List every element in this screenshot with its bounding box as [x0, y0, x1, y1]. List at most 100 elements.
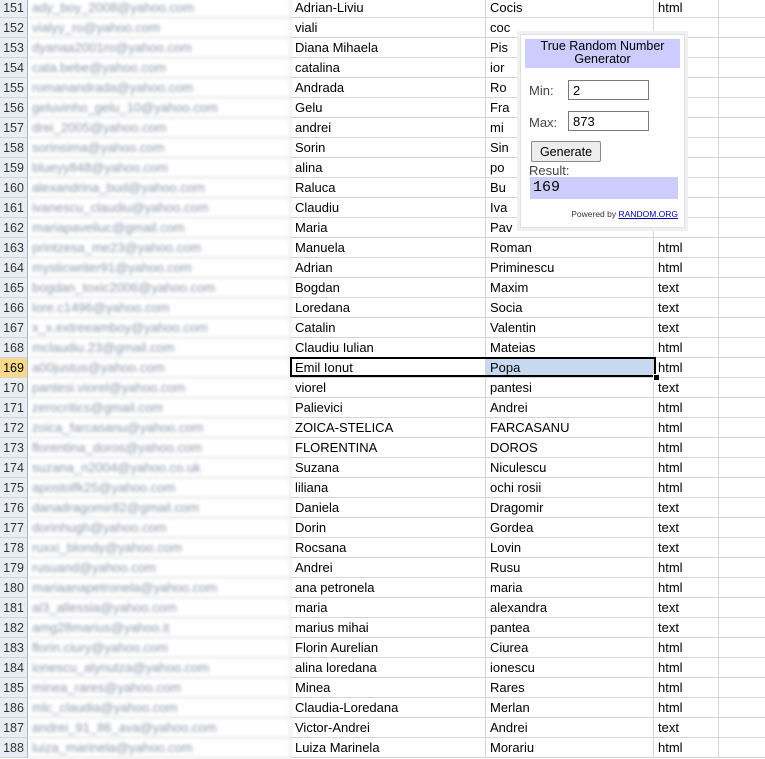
email-cell[interactable]: suzana_n2004@yahoo.co.uk	[28, 458, 291, 478]
empty-cell[interactable]	[719, 18, 765, 38]
first-name-cell[interactable]: Claudia-Loredana	[291, 698, 486, 718]
empty-cell[interactable]	[719, 118, 765, 138]
row-header[interactable]: 151	[0, 0, 28, 18]
last-name-cell[interactable]: Mateias	[486, 338, 654, 358]
first-name-cell[interactable]: Claudiu Iulian	[291, 338, 486, 358]
email-cell[interactable]: cata.bebe@yahoo.com	[28, 58, 291, 78]
email-cell[interactable]: x_x.extreeamboy@yahoo.com	[28, 318, 291, 338]
format-cell[interactable]: html	[654, 438, 719, 458]
last-name-cell[interactable]: maria	[486, 578, 654, 598]
last-name-cell[interactable]: Maxim	[486, 278, 654, 298]
format-cell[interactable]: text	[654, 278, 719, 298]
last-name-cell[interactable]: Gordea	[486, 518, 654, 538]
email-cell[interactable]: al3_allessia@yahoo.com	[28, 598, 291, 618]
row-header[interactable]: 156	[0, 98, 28, 118]
format-cell[interactable]: html	[654, 458, 719, 478]
email-cell[interactable]: vialyy_ro@yahoo.com	[28, 18, 291, 38]
empty-cell[interactable]	[719, 258, 765, 278]
email-cell[interactable]: zerocritics@gmail.com	[28, 398, 291, 418]
first-name-cell[interactable]: marius mihai	[291, 618, 486, 638]
empty-cell[interactable]	[719, 598, 765, 618]
first-name-cell[interactable]: Raluca	[291, 178, 486, 198]
format-cell[interactable]: html	[654, 638, 719, 658]
empty-cell[interactable]	[719, 138, 765, 158]
row-header[interactable]: 164	[0, 258, 28, 278]
empty-cell[interactable]	[719, 738, 765, 758]
generate-button[interactable]: Generate	[531, 141, 601, 162]
row-header[interactable]: 163	[0, 238, 28, 258]
row-header[interactable]: 172	[0, 418, 28, 438]
row-header[interactable]: 173	[0, 438, 28, 458]
format-cell[interactable]: html	[654, 658, 719, 678]
row-header[interactable]: 178	[0, 538, 28, 558]
row-header[interactable]: 175	[0, 478, 28, 498]
row-header[interactable]: 162	[0, 218, 28, 238]
row-header[interactable]: 158	[0, 138, 28, 158]
row-header[interactable]: 166	[0, 298, 28, 318]
last-name-cell[interactable]: Rares	[486, 678, 654, 698]
empty-cell[interactable]	[719, 698, 765, 718]
empty-cell[interactable]	[719, 0, 765, 18]
last-name-cell[interactable]: pantea	[486, 618, 654, 638]
first-name-cell[interactable]: Sorin	[291, 138, 486, 158]
first-name-cell[interactable]: alina	[291, 158, 486, 178]
row-header[interactable]: 185	[0, 678, 28, 698]
first-name-cell[interactable]: andrei	[291, 118, 486, 138]
row-header[interactable]: 184	[0, 658, 28, 678]
row-header[interactable]: 170	[0, 378, 28, 398]
email-cell[interactable]: luiza_marinela@yahoo.com	[28, 738, 291, 758]
email-cell[interactable]: andrei_91_86_ava@yahoo.com	[28, 718, 291, 738]
first-name-cell[interactable]: Andrada	[291, 78, 486, 98]
email-cell[interactable]: zoica_farcasanu@yahoo.com	[28, 418, 291, 438]
email-cell[interactable]: dorinhugh@yahoo.com	[28, 518, 291, 538]
last-name-cell[interactable]: alexandra	[486, 598, 654, 618]
email-cell[interactable]: printzesa_me23@yahoo.com	[28, 238, 291, 258]
first-name-cell[interactable]: Loredana	[291, 298, 486, 318]
row-header[interactable]: 176	[0, 498, 28, 518]
format-cell[interactable]: text	[654, 598, 719, 618]
row-header[interactable]: 180	[0, 578, 28, 598]
empty-cell[interactable]	[719, 578, 765, 598]
first-name-cell[interactable]: viali	[291, 18, 486, 38]
last-name-cell[interactable]: Cocis	[486, 0, 654, 18]
empty-cell[interactable]	[719, 498, 765, 518]
email-cell[interactable]: lore.c1496@yahoo.com	[28, 298, 291, 318]
format-cell[interactable]: html	[654, 578, 719, 598]
last-name-cell[interactable]: Niculescu	[486, 458, 654, 478]
format-cell[interactable]: text	[654, 538, 719, 558]
first-name-cell[interactable]: Rocsana	[291, 538, 486, 558]
row-header[interactable]: 188	[0, 738, 28, 758]
format-cell[interactable]: text	[654, 518, 719, 538]
email-cell[interactable]: blueyy848@yahoo.com	[28, 158, 291, 178]
first-name-cell[interactable]: viorel	[291, 378, 486, 398]
first-name-cell[interactable]: Adrian	[291, 258, 486, 278]
email-cell[interactable]: dyanaa2001ro@yahoo.com	[28, 38, 291, 58]
empty-cell[interactable]	[719, 238, 765, 258]
format-cell[interactable]: html	[654, 338, 719, 358]
last-name-cell[interactable]: Andrei	[486, 398, 654, 418]
empty-cell[interactable]	[719, 318, 765, 338]
format-cell[interactable]: html	[654, 558, 719, 578]
row-header[interactable]: 171	[0, 398, 28, 418]
row-header[interactable]: 174	[0, 458, 28, 478]
empty-cell[interactable]	[719, 538, 765, 558]
first-name-cell[interactable]: ZOICA-STELICA	[291, 418, 486, 438]
email-cell[interactable]: mariapaveliuc@gmail.com	[28, 218, 291, 238]
row-header[interactable]: 165	[0, 278, 28, 298]
email-cell[interactable]: ionescu_alynutza@yahoo.com	[28, 658, 291, 678]
row-header[interactable]: 155	[0, 78, 28, 98]
first-name-cell[interactable]: liliana	[291, 478, 486, 498]
last-name-cell[interactable]: Ciurea	[486, 638, 654, 658]
last-name-cell[interactable]: Popa	[486, 358, 654, 378]
format-cell[interactable]: html	[654, 0, 719, 18]
email-cell[interactable]: minea_rares@yahoo.com	[28, 678, 291, 698]
empty-cell[interactable]	[719, 558, 765, 578]
last-name-cell[interactable]: Valentin	[486, 318, 654, 338]
last-name-cell[interactable]: ochi rosii	[486, 478, 654, 498]
empty-cell[interactable]	[719, 638, 765, 658]
last-name-cell[interactable]: Priminescu	[486, 258, 654, 278]
empty-cell[interactable]	[719, 718, 765, 738]
fill-handle[interactable]	[653, 374, 660, 381]
empty-cell[interactable]	[719, 378, 765, 398]
empty-cell[interactable]	[719, 358, 765, 378]
